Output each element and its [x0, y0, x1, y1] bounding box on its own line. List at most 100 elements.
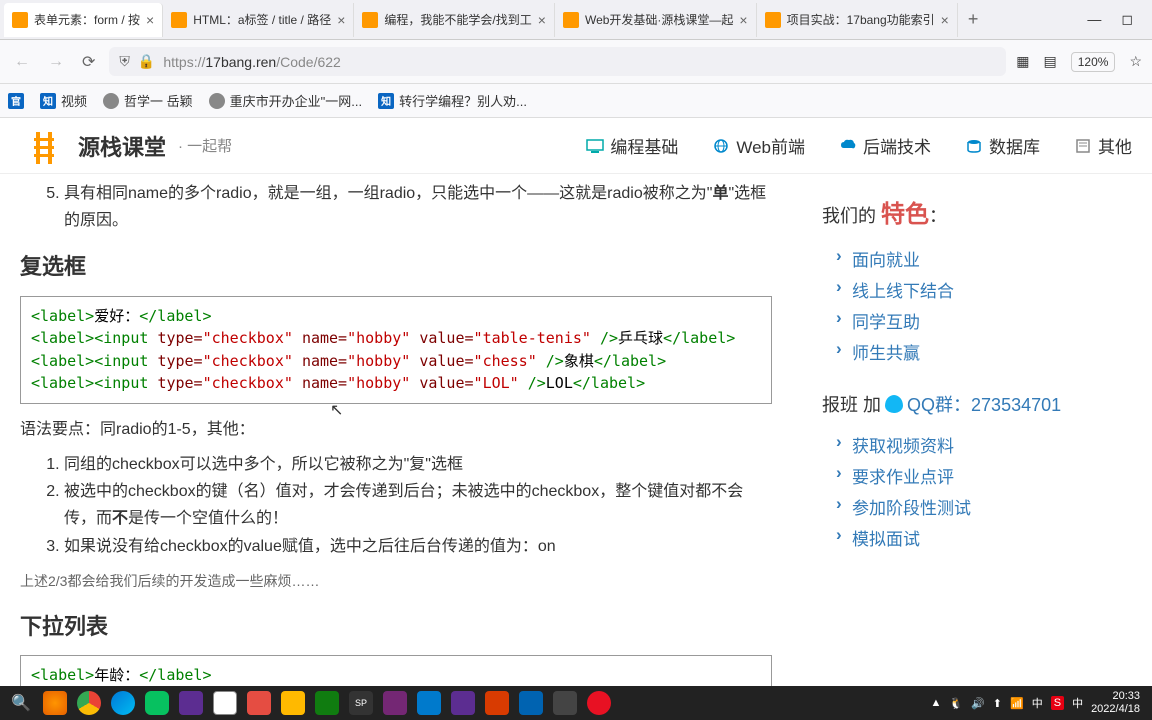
favicon-icon — [12, 12, 28, 28]
browser-tab-3[interactable]: Web开发基础·源栈课堂—起 × — [555, 3, 757, 37]
volume-icon[interactable]: 🔊 — [971, 697, 985, 710]
qr-icon[interactable]: ▦ — [1016, 53, 1029, 70]
address-input[interactable]: ⛨ 🔒 https://17bang.ren/Code/622 — [109, 47, 1006, 76]
bookmark-item[interactable]: 知视频 — [40, 91, 87, 110]
dev-note: 上述2/3都会给我们后续的开发造成一些麻烦…… — [20, 570, 772, 594]
reload-icon[interactable]: ⟳ — [78, 48, 99, 76]
ime-icon[interactable]: S — [1051, 696, 1064, 710]
list-item: 被选中的checkbox的键（名）值对，才会传递到后台；未被选中的checkbo… — [64, 478, 772, 532]
sidebar: 我们的 特色： 面向就业 线上线下结合 同学互助 师生共赢 报班 加 QQ群：2… — [792, 174, 1152, 686]
notepad-icon[interactable] — [208, 686, 242, 720]
sidebar-item[interactable]: 参加阶段性测试 — [822, 491, 1122, 522]
list-item: 具有相同name的多个radio，就是一组，一组radio，只能选中一个——这就… — [64, 180, 772, 234]
windows-taskbar: 🔍 SP ▲ 🐧 🔊 ⬆ 📶 中 S 中 20:33 2022/4/18 — [0, 686, 1152, 720]
sidebar-item[interactable]: 同学互助 — [822, 305, 1122, 336]
app-icon[interactable] — [548, 686, 582, 720]
nav-db[interactable]: 数据库 — [965, 133, 1040, 158]
site-header: 源栈课堂 · 一起帮 编程基础 Web前端 后端技术 数据库 其他 — [0, 118, 1152, 174]
sidebar-item[interactable]: 模拟面试 — [822, 522, 1122, 553]
tray-icon[interactable]: ▲ — [931, 697, 942, 709]
lock-icon: 🔒 — [138, 53, 155, 70]
sidebar-item[interactable]: 面向就业 — [822, 243, 1122, 274]
nav-web[interactable]: Web前端 — [712, 133, 805, 158]
site-logo[interactable] — [20, 128, 68, 164]
tray-icon[interactable]: ⬆ — [993, 697, 1002, 710]
app-icon[interactable] — [310, 686, 344, 720]
nav-basics[interactable]: 编程基础 — [586, 133, 678, 158]
qq-link[interactable]: QQ群：273534701 — [907, 391, 1061, 417]
sidebar-item[interactable]: 线上线下结合 — [822, 274, 1122, 305]
favicon-icon — [171, 12, 187, 28]
nav-backend[interactable]: 后端技术 — [839, 133, 931, 158]
wechat-icon[interactable] — [140, 686, 174, 720]
zoom-level[interactable]: 120% — [1071, 52, 1116, 72]
favicon-icon — [362, 12, 378, 28]
browser-tab-2[interactable]: 编程，我能不能学会/找到工 × — [354, 3, 555, 37]
nav-other[interactable]: 其他 — [1074, 133, 1132, 158]
enroll-heading: 报班 加 QQ群：273534701 — [822, 391, 1122, 417]
close-icon[interactable]: × — [337, 12, 345, 28]
search-icon[interactable]: 🔍 — [4, 686, 38, 720]
network-icon[interactable]: 📶 — [1010, 697, 1024, 710]
tab-title: 编程，我能不能学会/找到工 — [384, 11, 531, 28]
browser-tab-4[interactable]: 项目实战：17bang功能索引 × — [757, 3, 958, 37]
browser-tab-1[interactable]: HTML：a标签 / title / 路径 × — [163, 3, 354, 37]
sidebar-item[interactable]: 要求作业点评 — [822, 460, 1122, 491]
browser-tab-strip: 表单元素：form / 按 × HTML：a标签 / title / 路径 × … — [0, 0, 1152, 40]
app-icon[interactable] — [582, 686, 616, 720]
app-icon[interactable] — [446, 686, 480, 720]
close-icon[interactable]: × — [538, 12, 546, 28]
enroll-list: 获取视频资料 要求作业点评 参加阶段性测试 模拟面试 — [822, 429, 1122, 553]
list-item: 如果说没有给checkbox的value赋值，选中之后往后台传递的值为：on — [64, 533, 772, 560]
new-tab-button[interactable]: + — [958, 9, 989, 30]
tab-title: Web开发基础·源栈课堂—起 — [585, 11, 733, 28]
bookmark-star-icon[interactable]: ☆ — [1129, 53, 1142, 70]
ime-icon[interactable]: 中 — [1072, 695, 1083, 711]
bookmark-icon: 知 — [40, 93, 56, 109]
sidebar-item[interactable]: 师生共赢 — [822, 336, 1122, 367]
heading-checkbox: 复选框 — [20, 248, 772, 285]
maximize-icon[interactable]: ◻ — [1121, 11, 1133, 28]
site-subtitle: · 一起帮 — [178, 135, 232, 156]
url-text: https://17bang.ren/Code/622 — [163, 54, 340, 70]
clock[interactable]: 20:33 2022/4/18 — [1091, 690, 1140, 716]
features-heading: 我们的 特色： — [822, 194, 1122, 229]
system-tray[interactable]: ▲ 🐧 🔊 ⬆ 📶 中 S 中 20:33 2022/4/18 — [931, 690, 1149, 716]
bookmark-item[interactable]: 重庆市开办企业"一网... — [209, 91, 362, 110]
bookmark-item[interactable]: 官 — [8, 93, 24, 109]
chrome-icon[interactable] — [72, 686, 106, 720]
sidebar-item[interactable]: 获取视频资料 — [822, 429, 1122, 460]
bookmarks-bar: 官 知视频 哲学一 岳颖 重庆市开办企业"一网... 知转行学编程？别人劝... — [0, 84, 1152, 118]
browser-tab-0[interactable]: 表单元素：form / 按 × — [4, 3, 163, 37]
globe-icon — [103, 93, 119, 109]
close-icon[interactable]: × — [739, 12, 747, 28]
tab-title: 项目实战：17bang功能索引 — [787, 11, 935, 28]
minimize-icon[interactable]: — — [1087, 11, 1101, 28]
site-title[interactable]: 源栈课堂 — [78, 130, 166, 162]
bookmark-item[interactable]: 知转行学编程？别人劝... — [378, 91, 527, 110]
vscode-icon[interactable] — [412, 686, 446, 720]
favicon-icon — [563, 12, 579, 28]
tab-title: 表单元素：form / 按 — [34, 11, 140, 28]
spark-icon[interactable]: SP — [344, 686, 378, 720]
article-content: 具有相同name的多个radio，就是一组，一组radio，只能选中一个——这就… — [0, 174, 792, 686]
tray-icon[interactable]: 🐧 — [949, 697, 963, 710]
app-icon[interactable] — [480, 686, 514, 720]
forward-icon[interactable]: → — [44, 49, 68, 75]
bookmark-item[interactable]: 哲学一 岳颖 — [103, 91, 193, 110]
close-icon[interactable]: × — [146, 12, 154, 28]
list-item: 同组的checkbox可以选中多个，所以它被称之为"复"选框 — [64, 451, 772, 478]
heading-select: 下拉列表 — [20, 608, 772, 645]
reader-icon[interactable]: ▤ — [1044, 53, 1057, 70]
app-icon[interactable] — [242, 686, 276, 720]
ime-icon[interactable]: 中 — [1032, 695, 1043, 711]
explorer-icon[interactable] — [276, 686, 310, 720]
back-icon[interactable]: ← — [10, 49, 34, 75]
app-icon[interactable] — [378, 686, 412, 720]
close-icon[interactable]: × — [941, 12, 949, 28]
calc-icon[interactable] — [514, 686, 548, 720]
tab-title: HTML：a标签 / title / 路径 — [193, 11, 331, 28]
vs-icon[interactable] — [174, 686, 208, 720]
firefox-icon[interactable] — [38, 686, 72, 720]
edge-icon[interactable] — [106, 686, 140, 720]
